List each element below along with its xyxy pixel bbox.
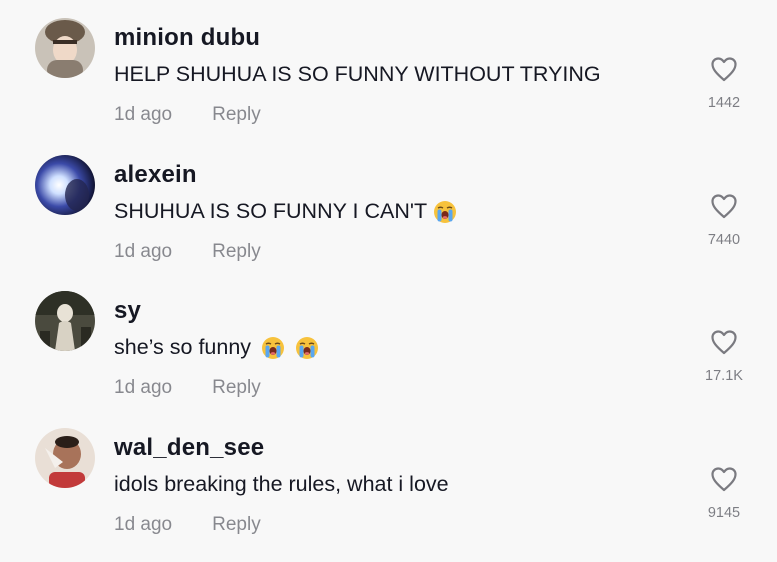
comment-username[interactable]: alexein xyxy=(114,161,197,189)
comment-item: minion dubu HELP SHUHUA IS SO FUNNY WITH… xyxy=(0,0,777,136)
loudly-crying-face-emoji xyxy=(434,200,457,223)
reply-button[interactable]: Reply xyxy=(212,104,261,125)
loudly-crying-face-emoji xyxy=(296,336,319,359)
comment-username[interactable]: sy xyxy=(114,297,141,325)
avatar[interactable] xyxy=(35,155,95,215)
comment-item: sy she’s so funny 1d ago Reply 17.1K xyxy=(0,273,777,409)
avatar-image xyxy=(35,155,95,215)
comment-meta: 1d ago Reply xyxy=(114,514,261,536)
avatar[interactable] xyxy=(35,291,95,351)
avatar-image xyxy=(35,18,95,78)
comment-text: idols breaking the rules, what i love xyxy=(114,472,449,497)
like-button[interactable]: 1442 xyxy=(700,56,748,111)
comment-item: alexein SHUHUA IS SO FUNNY I CAN'T 1d ag… xyxy=(0,137,777,273)
comment-text-body: HELP SHUHUA IS SO FUNNY WITHOUT TRYING xyxy=(114,62,601,86)
like-button[interactable]: 9145 xyxy=(700,466,748,521)
like-button[interactable]: 17.1K xyxy=(700,329,748,384)
heart-icon xyxy=(711,57,737,82)
comment-meta: 1d ago Reply xyxy=(114,104,261,126)
comment-text-body: idols breaking the rules, what i love xyxy=(114,472,449,496)
heart-icon xyxy=(711,467,737,492)
reply-button[interactable]: Reply xyxy=(212,241,261,262)
comment-item: wal_den_see idols breaking the rules, wh… xyxy=(0,410,777,546)
avatar[interactable] xyxy=(35,18,95,78)
comment-meta: 1d ago Reply xyxy=(114,241,261,263)
avatar[interactable] xyxy=(35,428,95,488)
comment-text: SHUHUA IS SO FUNNY I CAN'T xyxy=(114,199,457,224)
avatar-image xyxy=(35,291,95,351)
reply-button[interactable]: Reply xyxy=(212,514,261,535)
like-count: 1442 xyxy=(707,95,741,111)
avatar-image xyxy=(35,428,95,488)
like-count: 17.1K xyxy=(705,368,743,384)
comment-text-body: SHUHUA IS SO FUNNY I CAN'T xyxy=(114,199,428,223)
like-count: 9145 xyxy=(707,505,741,521)
comment-timestamp: 1d ago xyxy=(114,377,173,398)
comment-text: HELP SHUHUA IS SO FUNNY WITHOUT TRYING xyxy=(114,62,601,87)
comment-timestamp: 1d ago xyxy=(114,104,173,125)
like-count: 7440 xyxy=(707,232,741,248)
comment-timestamp: 1d ago xyxy=(114,241,173,262)
heart-icon xyxy=(711,330,737,355)
loudly-crying-face-emoji xyxy=(262,336,285,359)
heart-icon xyxy=(711,194,737,219)
comment-timestamp: 1d ago xyxy=(114,514,173,535)
comment-text: she’s so funny xyxy=(114,335,319,360)
comment-username[interactable]: wal_den_see xyxy=(114,434,264,462)
like-button[interactable]: 7440 xyxy=(700,193,748,248)
comment-text-body: she’s so funny xyxy=(114,335,252,359)
comment-username[interactable]: minion dubu xyxy=(114,24,260,52)
reply-button[interactable]: Reply xyxy=(212,377,261,398)
comment-meta: 1d ago Reply xyxy=(114,377,261,399)
